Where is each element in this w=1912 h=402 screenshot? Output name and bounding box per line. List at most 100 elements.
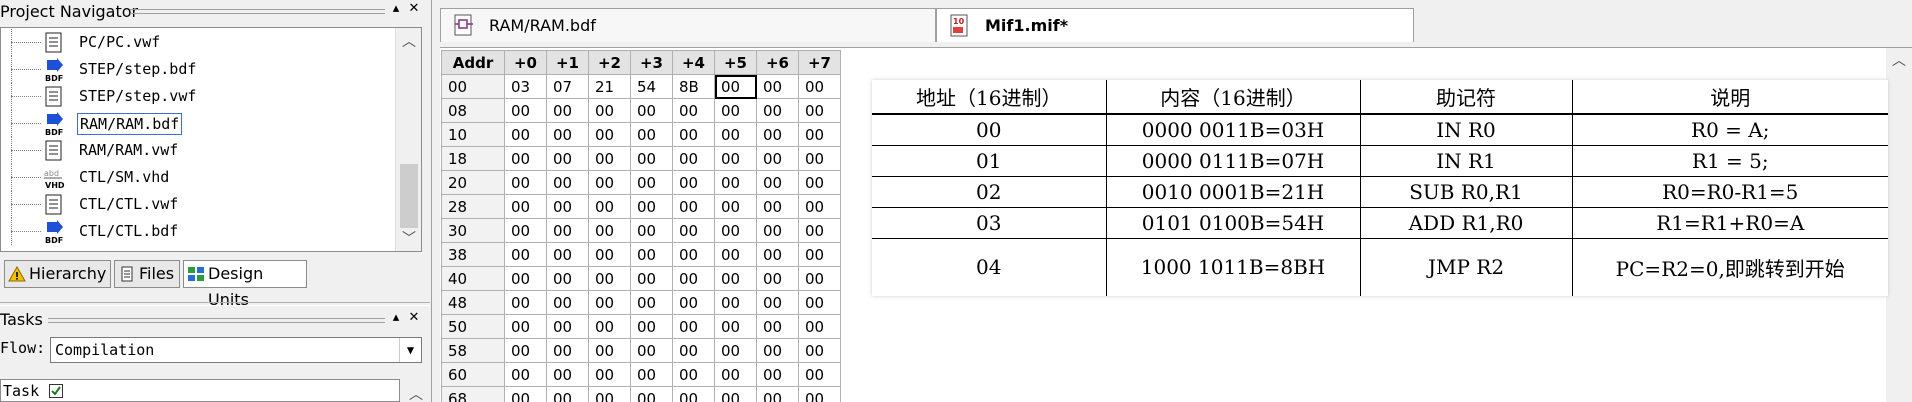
memory-cell[interactable]: 00 — [672, 290, 715, 315]
memory-cell[interactable]: 00 — [672, 146, 715, 171]
memory-cell[interactable]: 00 — [714, 290, 757, 315]
memory-cell[interactable]: 00 — [588, 146, 631, 171]
tree-item[interactable]: abd VHD CTL/SM.vhd — [1, 164, 393, 191]
memory-cell[interactable]: 00 — [504, 170, 547, 195]
memory-cell[interactable]: 00 — [798, 386, 841, 402]
memory-cell[interactable]: 00 — [798, 146, 841, 171]
editor-scroll-up-icon[interactable]: ︿ — [1886, 50, 1912, 74]
task-scroll-up-icon[interactable]: ︿ — [404, 384, 428, 402]
memory-cell[interactable]: 00 — [714, 122, 757, 147]
memory-cell[interactable]: 00 — [756, 146, 799, 171]
memory-cell[interactable]: 00 — [672, 98, 715, 123]
tab-files[interactable]: Files — [114, 260, 180, 288]
checkbox-icon[interactable] — [49, 384, 63, 398]
memory-cell[interactable]: 00 — [672, 194, 715, 219]
tree-item[interactable]: BDF RAM/RAM.bdf — [1, 110, 393, 137]
memory-cell[interactable]: 00 — [714, 170, 757, 195]
memory-cell[interactable]: 00 — [546, 266, 589, 291]
memory-cell[interactable]: 00 — [630, 386, 673, 402]
memory-cell[interactable]: 00 — [756, 386, 799, 402]
memory-cell[interactable]: 00 — [504, 338, 547, 363]
scroll-up-icon[interactable]: ︿ — [396, 30, 421, 54]
memory-cell[interactable]: 00 — [756, 290, 799, 315]
tree-item[interactable]: RAM/RAM.vwf — [1, 137, 393, 164]
memory-cell[interactable]: 00 — [672, 122, 715, 147]
memory-cell[interactable]: 00 — [588, 266, 631, 291]
memory-cell[interactable]: 00 — [630, 170, 673, 195]
memory-cell[interactable]: 00 — [630, 290, 673, 315]
memory-cell[interactable]: 54 — [630, 74, 673, 99]
memory-cell[interactable]: 00 — [756, 266, 799, 291]
memory-cell[interactable]: 00 — [798, 362, 841, 387]
tree-item[interactable]: STEP/step.vwf — [1, 83, 393, 110]
scroll-down-icon[interactable]: ﹀ — [396, 227, 421, 251]
memory-cell[interactable]: 00 — [798, 218, 841, 243]
tab-design-units[interactable]: Design Units — [183, 260, 307, 309]
memory-cell[interactable]: 8B — [672, 74, 715, 99]
panel-splitter[interactable] — [0, 302, 430, 306]
memory-cell[interactable]: 00 — [630, 194, 673, 219]
tab-ram-bdf[interactable]: RAM/RAM.bdf — [440, 8, 936, 42]
memory-cell[interactable]: 00 — [588, 122, 631, 147]
panel-grip[interactable] — [130, 9, 385, 14]
memory-cell[interactable]: 00 — [756, 74, 799, 99]
pin-icon[interactable]: ▴ — [388, 1, 404, 16]
memory-cell[interactable]: 00 — [588, 362, 631, 387]
memory-cell[interactable]: 00 — [588, 242, 631, 267]
memory-cell[interactable]: 00 — [798, 242, 841, 267]
flow-select[interactable]: Compilation ▼ — [50, 337, 422, 363]
memory-cell[interactable]: 00 — [672, 242, 715, 267]
memory-cell[interactable]: 00 — [714, 98, 757, 123]
file-tree[interactable]: PC/PC.vwf BDF STEP/step.bdf STEP/step.vwf BD… — [0, 27, 422, 252]
memory-cell[interactable]: 00 — [504, 362, 547, 387]
tree-item[interactable]: BDF CTL/CTL.bdf — [1, 218, 393, 245]
memory-cell[interactable]: 07 — [546, 74, 589, 99]
memory-cell[interactable]: 00 — [504, 146, 547, 171]
memory-cell[interactable]: 00 — [798, 338, 841, 363]
memory-cell[interactable]: 00 — [756, 242, 799, 267]
memory-cell[interactable]: 00 — [798, 266, 841, 291]
memory-cell[interactable]: 00 — [714, 266, 757, 291]
memory-cell[interactable]: 00 — [588, 170, 631, 195]
memory-cell[interactable]: 00 — [630, 218, 673, 243]
memory-cell[interactable]: 00 — [504, 266, 547, 291]
memory-cell[interactable]: 00 — [630, 362, 673, 387]
memory-cell[interactable]: 00 — [714, 362, 757, 387]
memory-cell[interactable]: 00 — [504, 122, 547, 147]
tree-item[interactable]: BDF STEP/step.bdf — [1, 56, 393, 83]
memory-cell[interactable]: 00 — [672, 362, 715, 387]
memory-cell[interactable]: 00 — [672, 386, 715, 402]
memory-cell[interactable]: 00 — [630, 146, 673, 171]
memory-cell[interactable]: 00 — [798, 98, 841, 123]
tasks-close-icon[interactable]: ✕ — [406, 310, 422, 325]
memory-cell[interactable]: 00 — [546, 170, 589, 195]
memory-cell[interactable]: 00 — [630, 314, 673, 339]
scroll-thumb[interactable] — [400, 164, 418, 228]
tree-item[interactable]: PC/PC.vwf — [1, 29, 393, 56]
memory-cell[interactable]: 00 — [756, 98, 799, 123]
memory-cell[interactable]: 00 — [798, 290, 841, 315]
memory-cell[interactable]: 00 — [546, 290, 589, 315]
memory-cell[interactable]: 00 — [588, 194, 631, 219]
tree-item[interactable]: CTL/CTL.vwf — [1, 191, 393, 218]
memory-cell[interactable]: 00 — [756, 314, 799, 339]
memory-cell[interactable]: 00 — [714, 338, 757, 363]
tab-hierarchy[interactable]: Hierarchy — [4, 260, 111, 288]
memory-cell[interactable]: 00 — [546, 362, 589, 387]
memory-cell[interactable]: 00 — [546, 194, 589, 219]
memory-cell[interactable]: 00 — [504, 194, 547, 219]
memory-cell[interactable]: 00 — [714, 314, 757, 339]
memory-cell[interactable]: 00 — [546, 386, 589, 402]
memory-cell[interactable]: 00 — [546, 218, 589, 243]
memory-cell[interactable]: 00 — [630, 98, 673, 123]
memory-cell[interactable]: 00 — [798, 194, 841, 219]
memory-cell[interactable]: 00 — [546, 146, 589, 171]
memory-cell[interactable]: 00 — [588, 98, 631, 123]
tree-scrollbar[interactable]: ︿ ﹀ — [395, 28, 421, 251]
memory-cell[interactable]: 00 — [546, 242, 589, 267]
memory-cell[interactable]: 00 — [672, 314, 715, 339]
chevron-down-icon[interactable]: ▼ — [399, 338, 421, 362]
memory-cell[interactable]: 00 — [504, 314, 547, 339]
memory-cell[interactable]: 00 — [588, 290, 631, 315]
memory-cell[interactable]: 00 — [588, 338, 631, 363]
